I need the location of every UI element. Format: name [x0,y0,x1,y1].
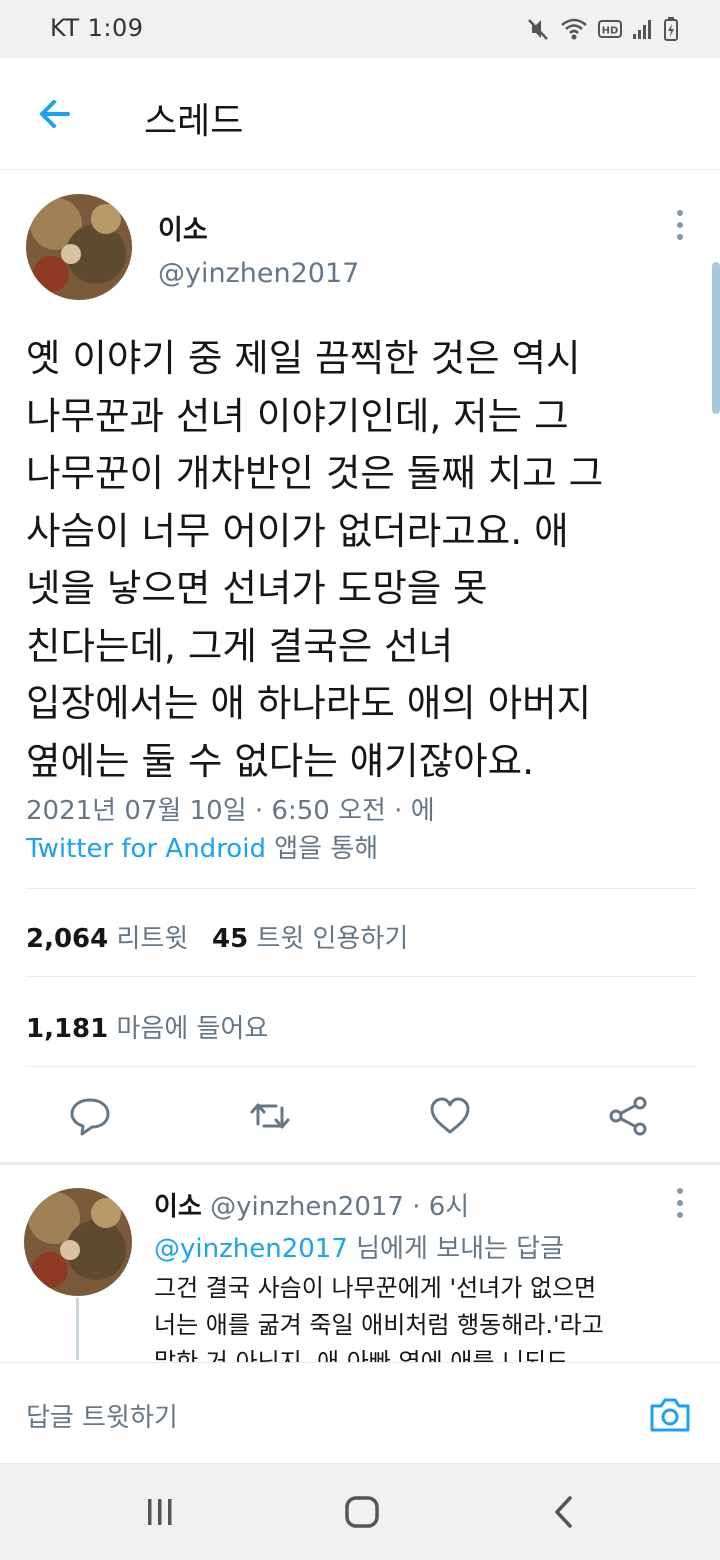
tweet-line: 친다는데, 그게 결국은 선녀 [26,623,454,668]
divider [26,1066,696,1067]
tweet-source: Twitter for Android 앱을 통해 [26,828,378,865]
share-icon[interactable] [606,1094,650,1138]
section-divider [0,1162,720,1165]
tweet-line: 옆에는 둘 수 없다는 얘기잖아요. [26,738,535,783]
source-suffix: 앱을 통해 [265,834,379,864]
recents-icon[interactable] [140,1492,180,1532]
source-app-link[interactable]: Twitter for Android [26,834,266,864]
hd-icon: HD [598,20,622,38]
status-bar: KT 1:09 HD [0,0,720,58]
reply-icon[interactable] [68,1094,112,1138]
tweet-line: 사슴이 너무 어이가 없더라고요. 애 [26,508,569,553]
reply-composer[interactable]: 답글 트윗하기 [0,1362,720,1464]
battery-icon [664,17,678,41]
home-icon[interactable] [342,1492,382,1532]
reply-line: 말한 거 아닌지. 애 아빠 옆에 애를 니되도 [154,1348,569,1362]
scrollbar[interactable] [712,262,720,414]
retweets-label: 리트윗 [116,924,189,954]
carrier-time: KT 1:09 [50,14,144,42]
composer-divider [0,1454,720,1464]
back-arrow-icon[interactable] [34,94,74,134]
tweet-line: 나무꾼이 개차반인 것은 둘째 치고 그 [26,451,604,495]
avatar[interactable] [26,194,132,300]
author-handle[interactable]: @yinzhen2017 [158,258,359,289]
system-nav-bar [0,1464,720,1560]
svg-text:HD: HD [602,26,619,37]
tweet-line: 넷을 낳으면 선녀가 도망을 못 [26,566,488,610]
tweet-timestamp[interactable]: 2021년 07월 10일 · 6:50 오전 · 에 [26,790,435,827]
tweet-line: 입장에서는 애 하나라도 애의 아버지 [26,681,592,725]
camera-icon[interactable] [648,1393,692,1437]
status-icons: HD [526,14,678,44]
back-nav-icon[interactable] [544,1492,584,1532]
divider [26,976,696,977]
signal-icon [633,20,651,39]
more-vert-icon[interactable] [674,1186,686,1220]
like-stats[interactable]: 1,181 마음에 들어요 [26,1008,268,1045]
tweet-actions [0,1084,720,1148]
tweet-line: 옛 이야기 중 제일 끔찍한 것은 역시 [26,336,581,380]
divider [26,888,696,889]
reply-line: 너는 애를 굶겨 죽일 애비처럼 행동해라.'라고 [154,1311,604,1339]
likes-label: 마음에 들어요 [116,1014,269,1044]
quote-stats[interactable]: 45 트윗 인용하기 [212,918,408,955]
wifi-icon [561,18,587,40]
reply-mention-link[interactable]: @yinzhen2017 [154,1234,348,1264]
retweet-icon[interactable] [248,1094,292,1138]
thread-connector [76,1298,79,1360]
reply-header[interactable]: 이소 @yinzhen2017 · 6시 [154,1186,469,1223]
likes-count: 1,181 [26,1014,109,1044]
thread-header: 스레드 [0,58,720,170]
author-name[interactable]: 이소 [158,208,208,247]
more-vert-icon[interactable] [674,208,686,242]
retweet-stats[interactable]: 2,064 리트윗 [26,918,188,955]
reply-text: 그건 결국 사슴이 나무꾼에게 '선녀가 없으면 너는 애를 굶겨 죽일 애비처… [154,1270,694,1362]
reply-line: 그건 결국 사슴이 나무꾼에게 '선녀가 없으면 [154,1274,597,1302]
quotes-label: 트윗 인용하기 [256,924,409,954]
retweets-count: 2,064 [26,924,109,954]
reply-avatar[interactable] [24,1188,132,1296]
page-title: 스레드 [144,101,244,142]
tweet-text: 옛 이야기 중 제일 끔찍한 것은 역시 나무꾼과 선녀 이야기인데, 저는 그… [26,330,706,790]
quotes-count: 45 [212,924,249,954]
like-icon[interactable] [428,1094,472,1138]
reply-author-handle: @yinzhen2017 [210,1192,404,1222]
reply-input-placeholder[interactable]: 답글 트윗하기 [26,1397,178,1434]
reply-time: · 6시 [403,1192,470,1222]
replying-to-suffix: 님에게 보내는 답글 [347,1234,565,1264]
reply-author-name: 이소 [154,1192,202,1222]
tweet-line: 나무꾼과 선녀 이야기인데, 저는 그 [26,393,569,438]
mute-icon [528,19,548,40]
replying-to: @yinzhen2017 님에게 보내는 답글 [154,1228,564,1265]
